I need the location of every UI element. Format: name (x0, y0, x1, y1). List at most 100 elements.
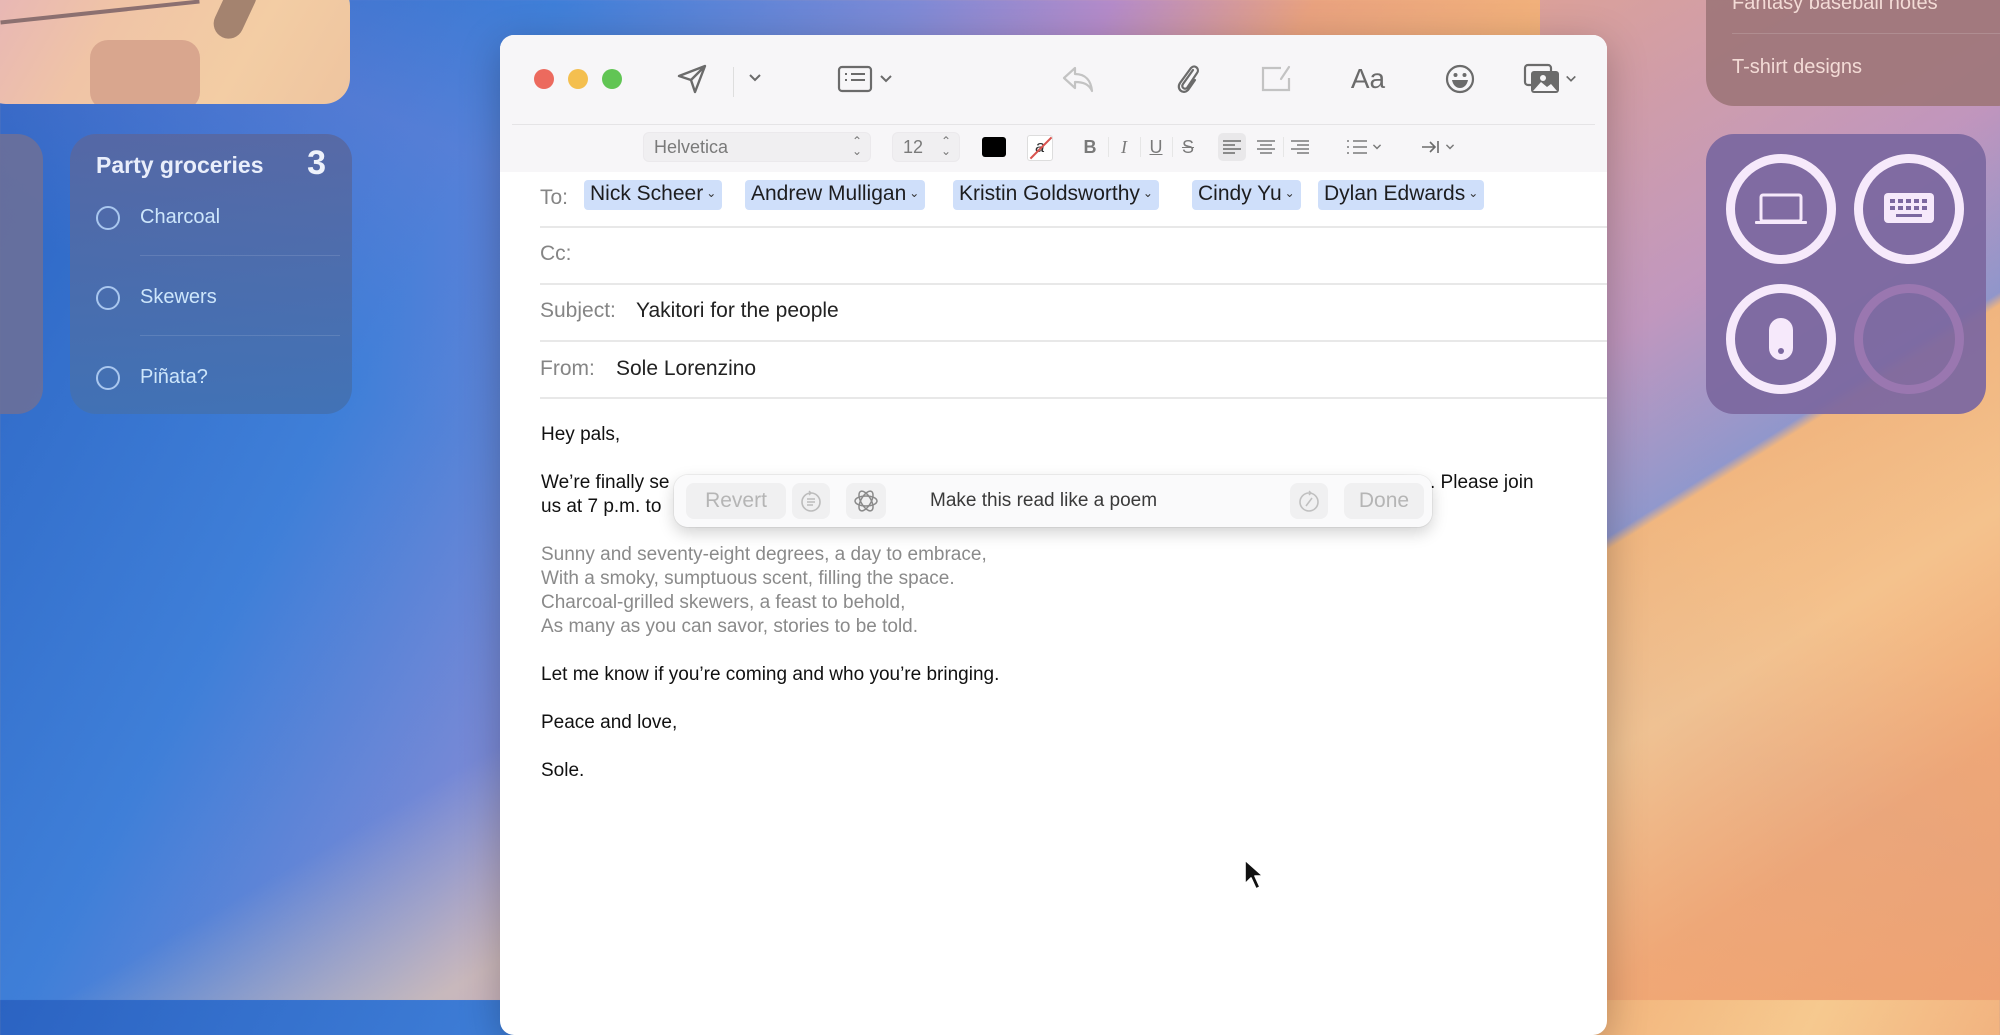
photo-browser-button[interactable] (1518, 59, 1582, 99)
photo-content (0, 0, 200, 25)
reply-button[interactable] (1058, 61, 1098, 97)
indent-button[interactable] (1418, 133, 1458, 161)
notes-widget[interactable]: Fantasy baseball notes T-shirt designs (1706, 0, 2000, 106)
font-size-value: 12 (903, 137, 924, 157)
revert-button[interactable]: Revert (686, 483, 786, 519)
reminder-checkbox[interactable] (96, 286, 120, 310)
writing-tools-bar: Revert Make this read like a poem Done (674, 475, 1432, 527)
reminder-item[interactable]: Piñata? (96, 360, 336, 410)
recipient-chip[interactable]: Kristin Goldsworthy ⌄ (953, 180, 1159, 210)
paperclip-icon (1177, 65, 1199, 93)
poem-line: Sunny and seventy-eight degrees, a day t… (541, 544, 987, 565)
arrow-cursor-icon (1244, 859, 1264, 890)
align-right-button[interactable] (1286, 133, 1314, 161)
recipient-chip[interactable]: Cindy Yu ⌄ (1192, 180, 1301, 210)
strikethrough-button[interactable]: S (1176, 133, 1200, 161)
divider (140, 335, 340, 336)
apple-intelligence-button[interactable] (846, 483, 886, 519)
from-value[interactable]: Sole Lorenzino (616, 357, 756, 381)
markup-button[interactable] (1256, 61, 1298, 97)
photo-browser-icon (1523, 63, 1559, 93)
reminder-label: Skewers (140, 286, 217, 308)
font-family-value: Helvetica (654, 137, 729, 157)
photo-content (208, 0, 262, 44)
stepper-icon: ⌃ ⌄ (940, 134, 951, 158)
chevron-down-icon (1372, 144, 1382, 150)
divider (140, 255, 340, 256)
recipient-name: Kristin Goldsworthy (959, 182, 1140, 205)
fonts-button[interactable]: Aa (1346, 59, 1390, 99)
minimize-button[interactable] (568, 69, 588, 89)
recipient-chip[interactable]: Andrew Mulligan ⌄ (745, 180, 926, 210)
bullet-list-icon (1347, 140, 1367, 154)
done-button[interactable]: Done (1344, 483, 1424, 519)
note-item[interactable]: T-shirt designs (1732, 56, 1862, 79)
divider (512, 124, 1595, 125)
cc-field[interactable]: Cc: (540, 228, 1607, 285)
emoji-button[interactable] (1440, 61, 1480, 97)
italic-button[interactable]: I (1112, 133, 1136, 161)
chevron-down-icon: ⌄ (1142, 186, 1153, 200)
writing-tools-prompt: Make this read like a poem (930, 490, 1158, 511)
from-field[interactable]: From: Sole Lorenzino (540, 342, 1607, 399)
chevron-down-icon: ⌄ (706, 186, 717, 200)
reminder-item[interactable]: Charcoal (96, 200, 336, 250)
signature: Sole. (541, 760, 585, 781)
font-size-select[interactable]: 12 ⌃ ⌄ (892, 132, 960, 162)
list-style-button[interactable] (1342, 133, 1386, 161)
paper-plane-icon (677, 64, 707, 94)
retry-icon (1299, 490, 1319, 512)
poem-line: With a smoky, sumptuous scent, filling t… (541, 568, 955, 589)
batteries-widget[interactable] (1706, 134, 1986, 414)
underline-button[interactable]: U (1144, 133, 1168, 161)
divider (1732, 33, 2000, 34)
chevron-down-icon: ⌄ (1284, 186, 1295, 200)
apple-intelligence-icon (854, 490, 878, 512)
font-family-select[interactable]: Helvetica ⌃ ⌄ (643, 132, 871, 162)
reminders-widget[interactable]: Party groceries 3 Charcoal Skewers Piñat… (70, 134, 352, 414)
subject-field[interactable]: Subject: Yakitori for the people (540, 285, 1607, 342)
bold-button[interactable]: B (1078, 133, 1102, 161)
chevron-down-icon (1566, 75, 1576, 82)
reminder-checkbox[interactable] (96, 366, 120, 390)
reminders-count: 3 (307, 144, 326, 182)
subject-value[interactable]: Yakitori for the people (636, 299, 839, 323)
chevron-down-icon (749, 74, 761, 82)
mail-compose-window: Aa Helvetica ⌃⌄ 12 ⌃⌄ a B I U S (500, 35, 1607, 1035)
stepper-icon: ⌃ ⌄ (851, 134, 862, 158)
battery-ring-mouse (1726, 284, 1836, 394)
divider (1283, 137, 1284, 157)
highlight-color-well[interactable]: a (1027, 135, 1053, 161)
text-color-well[interactable] (982, 137, 1006, 157)
header-fields-button[interactable] (834, 61, 896, 97)
send-button[interactable] (672, 61, 712, 97)
reminders-list-title: Party groceries (96, 152, 264, 178)
chevron-down-icon: ⌄ (909, 186, 920, 200)
reminder-checkbox[interactable] (96, 206, 120, 230)
recipient-chip[interactable]: Nick Scheer ⌄ (584, 180, 723, 210)
zoom-button[interactable] (602, 69, 622, 89)
send-options-button[interactable] (744, 65, 766, 91)
paragraph-line: us at 7 p.m. to (541, 496, 662, 517)
to-field[interactable]: To: Nick Scheer ⌄ Andrew Mulligan ⌄ Kristi… (540, 172, 1607, 228)
reply-icon (1062, 66, 1094, 93)
recipient-chip[interactable]: Dylan Edwards ⌄ (1318, 180, 1485, 210)
note-item[interactable]: Fantasy baseball notes (1732, 0, 1938, 15)
align-left-button[interactable] (1218, 133, 1246, 161)
align-center-icon (1257, 140, 1275, 154)
rewrite-again-button[interactable] (1290, 483, 1328, 519)
divider (1140, 137, 1141, 157)
close-button[interactable] (534, 69, 554, 89)
subject-label: Subject: (540, 299, 616, 322)
reminder-item[interactable]: Skewers (96, 280, 336, 330)
greeting: Hey pals, (541, 424, 621, 445)
align-center-button[interactable] (1252, 133, 1280, 161)
align-left-icon (1223, 140, 1241, 154)
paragraph-line: Let me know if you’re coming and who you… (541, 664, 1000, 685)
photos-widget[interactable] (0, 0, 350, 104)
mouse-pointer (1243, 858, 1267, 897)
widget-partial[interactable] (0, 134, 43, 414)
recipient-name: Nick Scheer (590, 182, 704, 205)
attach-button[interactable] (1168, 61, 1208, 97)
summary-button[interactable] (792, 483, 830, 519)
